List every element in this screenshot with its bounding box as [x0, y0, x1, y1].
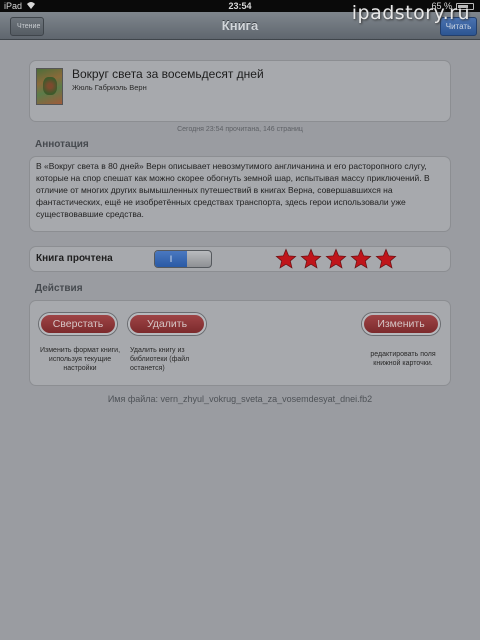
read-status-panel: Книга прочтена I	[29, 246, 451, 272]
convert-button[interactable]: Сверстать	[39, 313, 117, 335]
book-author: Жюль Габриэль Верн	[72, 83, 147, 92]
read-status-label: Книга прочтена	[36, 253, 113, 264]
star-icon[interactable]	[275, 248, 297, 270]
read-toggle[interactable]: I	[154, 250, 212, 268]
star-icon[interactable]	[300, 248, 322, 270]
file-name: Имя файла: vern_zhyul_vokrug_sveta_za_vo…	[107, 394, 373, 404]
read-info: Сегодня 23:54 прочитана, 146 страниц	[177, 126, 303, 133]
edit-description: редактировать поля книжной карточки.	[370, 351, 436, 367]
book-title: Вокруг света за восемьдесят дней	[72, 67, 264, 81]
actions-panel: Сверстать Удалить Изменить Изменить форм…	[29, 300, 451, 386]
edit-button[interactable]: Изменить	[362, 313, 440, 335]
site-watermark: ipadstory.ru	[351, 2, 470, 24]
delete-button[interactable]: Удалить	[128, 313, 206, 335]
annotation-panel: В «Вокруг света в 80 дней» Верн описывае…	[29, 156, 451, 232]
annotation-text: В «Вокруг света в 80 дней» Верн описывае…	[36, 161, 430, 219]
actions-header: Действия	[35, 283, 83, 294]
book-card: Вокруг света за восемьдесят дней Жюль Га…	[29, 60, 451, 122]
toggle-on-indicator: I	[155, 251, 187, 267]
star-icon[interactable]	[325, 248, 347, 270]
star-icon[interactable]	[375, 248, 397, 270]
book-cover-image	[36, 68, 63, 105]
star-icon[interactable]	[350, 248, 372, 270]
delete-description: Удалить книгу из библиотеки (файл остане…	[130, 347, 190, 372]
annotation-header: Аннотация	[35, 139, 89, 150]
convert-description: Изменить формат книги, используя текущие…	[40, 347, 121, 372]
